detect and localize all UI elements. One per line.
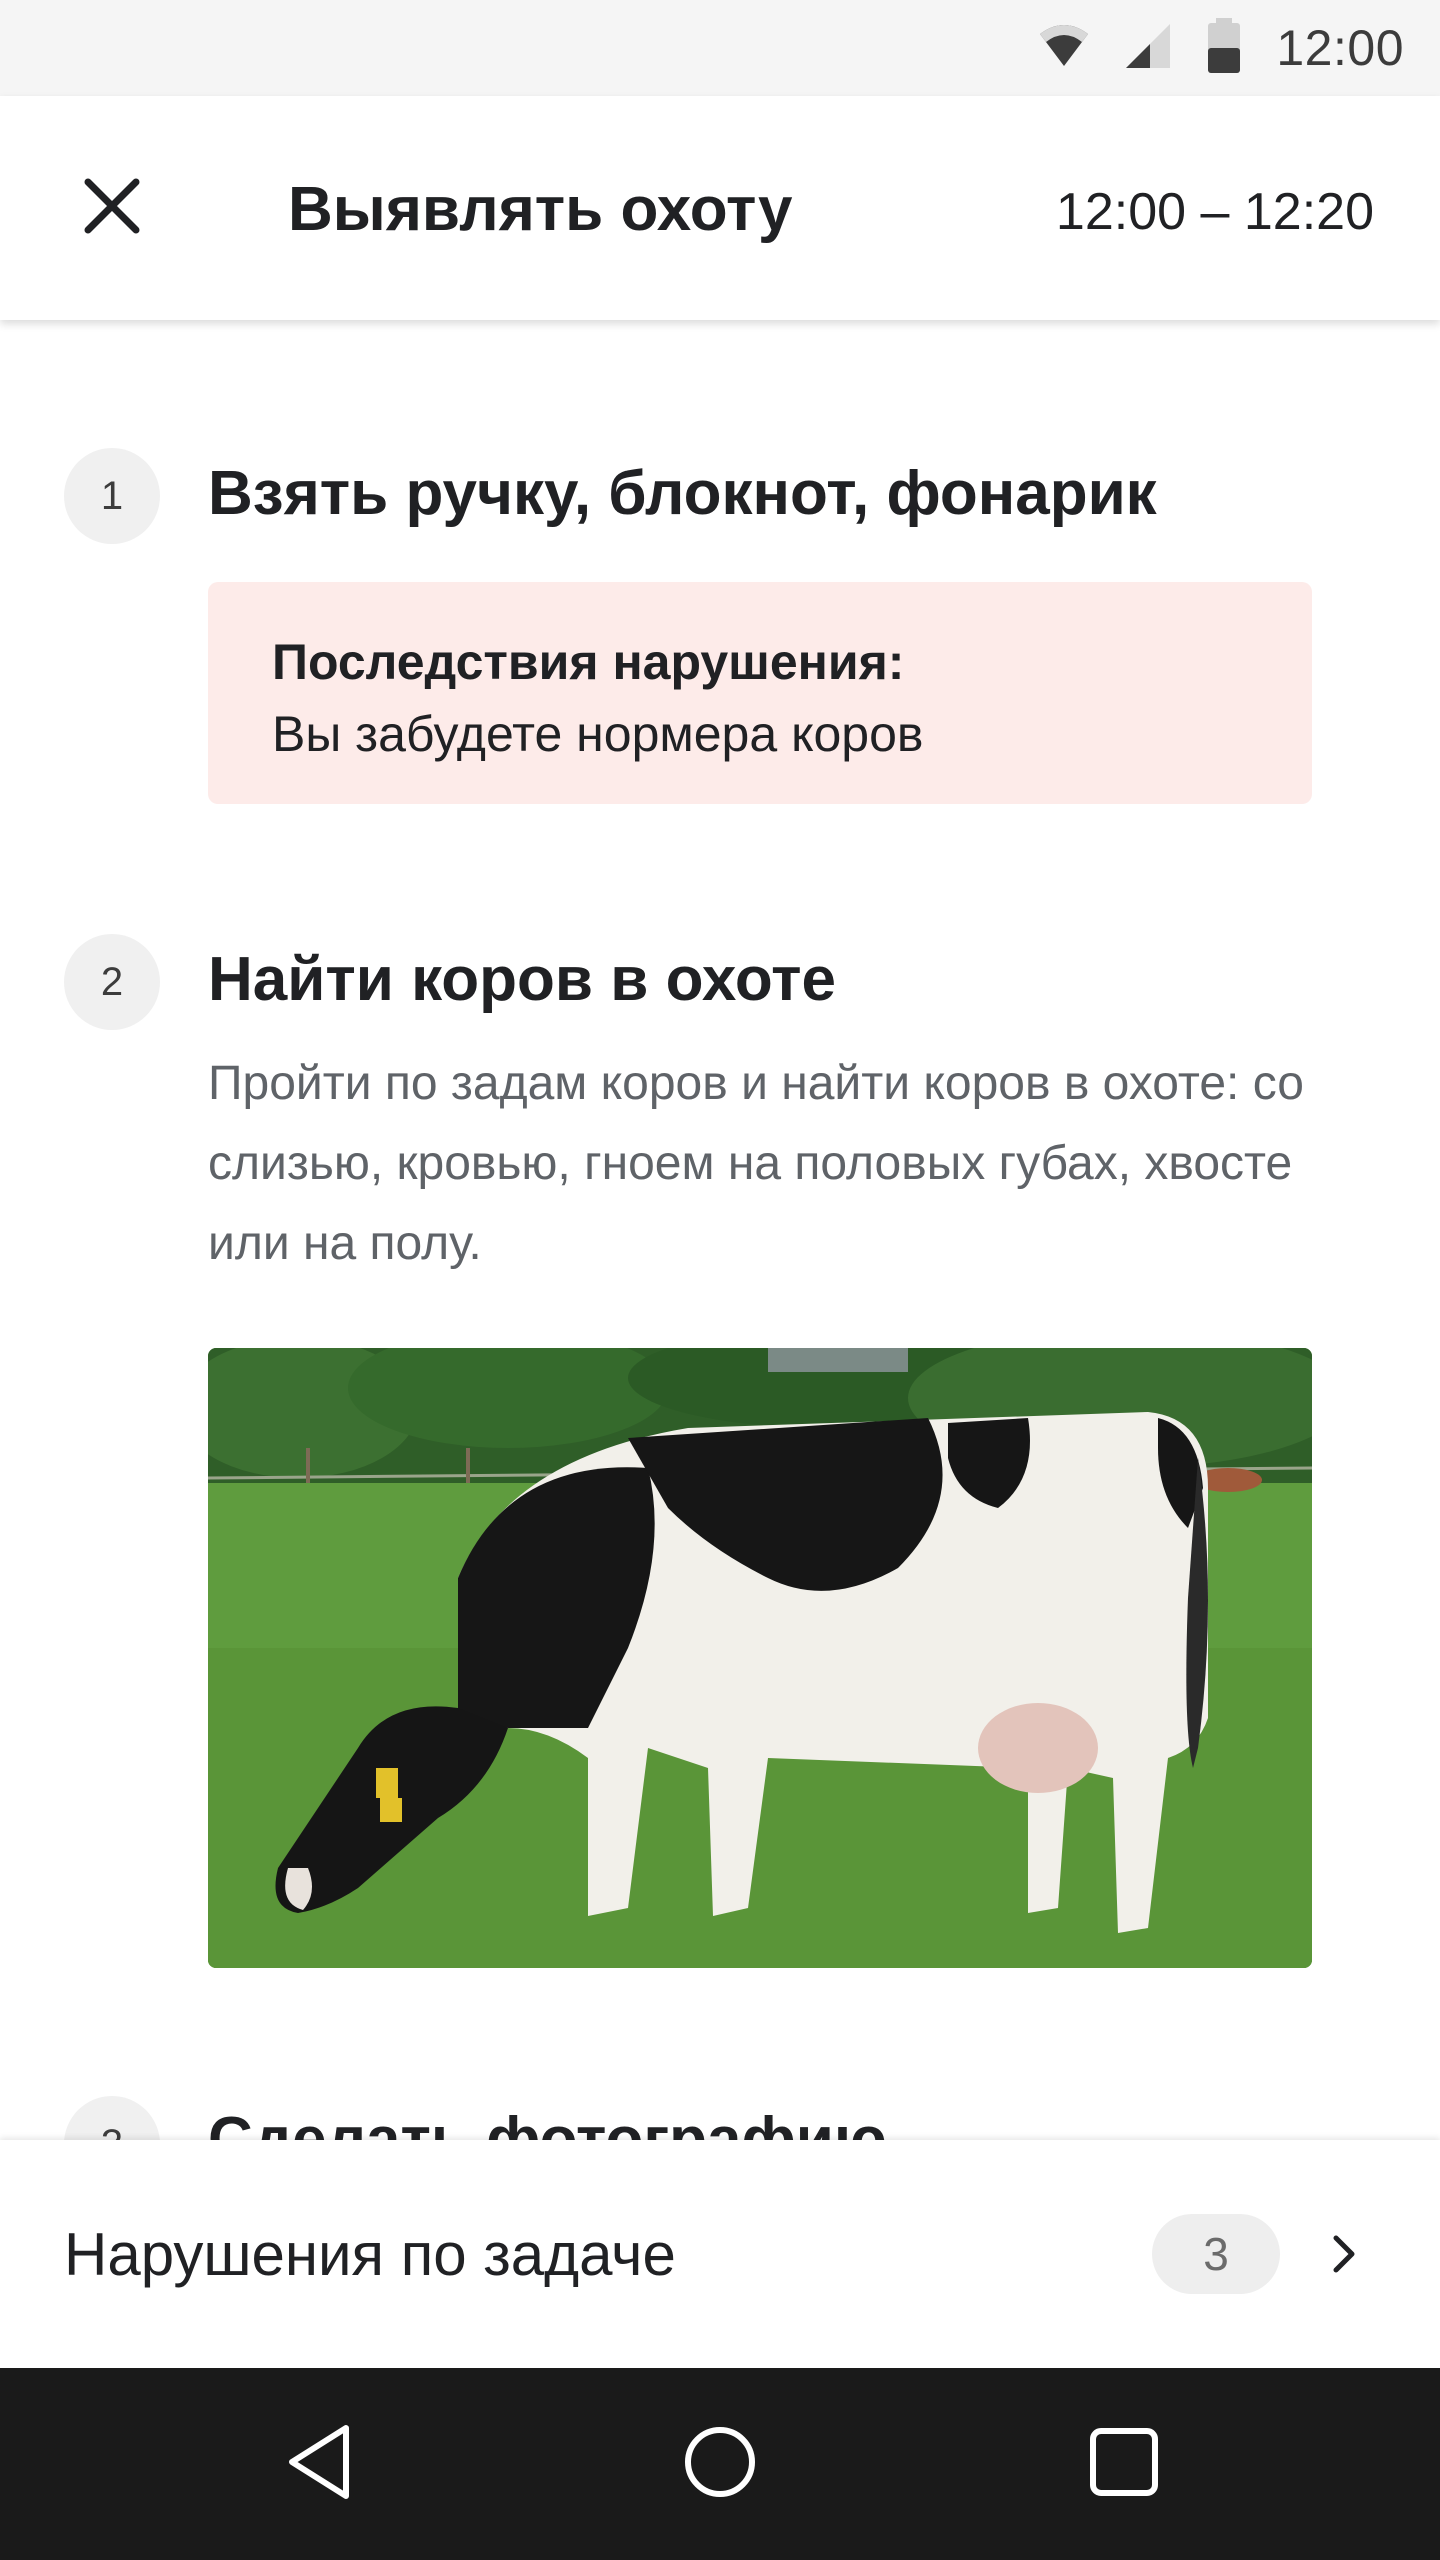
battery-icon — [1206, 17, 1242, 79]
grazing-holstein-cow-photo — [208, 1348, 1312, 1968]
step-title: Взять ручку, блокнот, фонарик — [208, 459, 1157, 528]
status-bar: 12:00 — [0, 0, 1440, 96]
home-icon — [682, 2424, 758, 2505]
app-bar: Выявлять охоту 12:00 – 12:20 — [0, 96, 1440, 320]
nav-recents-button[interactable] — [1068, 2408, 1180, 2520]
recents-icon — [1088, 2426, 1160, 2503]
cow-photo[interactable] — [208, 1348, 1312, 1968]
chevron-right-icon — [1320, 2222, 1368, 2286]
violation-label: Последствия нарушения: — [272, 634, 905, 690]
status-icons: 12:00 — [1038, 0, 1404, 96]
status-time: 12:00 — [1276, 20, 1404, 76]
close-button[interactable] — [64, 160, 160, 256]
step-number-badge: 2 — [64, 934, 160, 1030]
task-steps-list[interactable]: 1 Взять ручку, блокнот, фонарик Последст… — [0, 320, 1440, 2140]
violations-count-badge: 3 — [1152, 2214, 1280, 2294]
step-number-badge: 1 — [64, 448, 160, 544]
violation-consequence-box: Последствия нарушения: Вы забудете норме… — [208, 582, 1312, 804]
system-navigation-bar — [0, 2368, 1440, 2560]
step-title: Сделать фотографию — [208, 2105, 887, 2140]
cellular-signal-icon — [1124, 22, 1172, 75]
wifi-icon — [1038, 24, 1090, 73]
step-description: Пройти по задам коров и найти коров в ох… — [208, 1057, 1304, 1270]
back-icon — [284, 2422, 356, 2507]
step-number-badge: 3 — [64, 2096, 160, 2140]
page-title: Выявлять охоту — [288, 175, 793, 244]
nav-back-button[interactable] — [264, 2408, 376, 2520]
violations-label: Нарушения по задаче — [64, 2221, 676, 2288]
step-title: Найти коров в охоте — [208, 945, 837, 1014]
violation-text: Вы забудете нормера коров — [272, 706, 924, 762]
nav-home-button[interactable] — [664, 2408, 776, 2520]
task-time-range: 12:00 – 12:20 — [1055, 183, 1374, 241]
task-violations-bar[interactable]: Нарушения по задаче 3 — [0, 2140, 1440, 2368]
close-icon — [82, 176, 142, 241]
